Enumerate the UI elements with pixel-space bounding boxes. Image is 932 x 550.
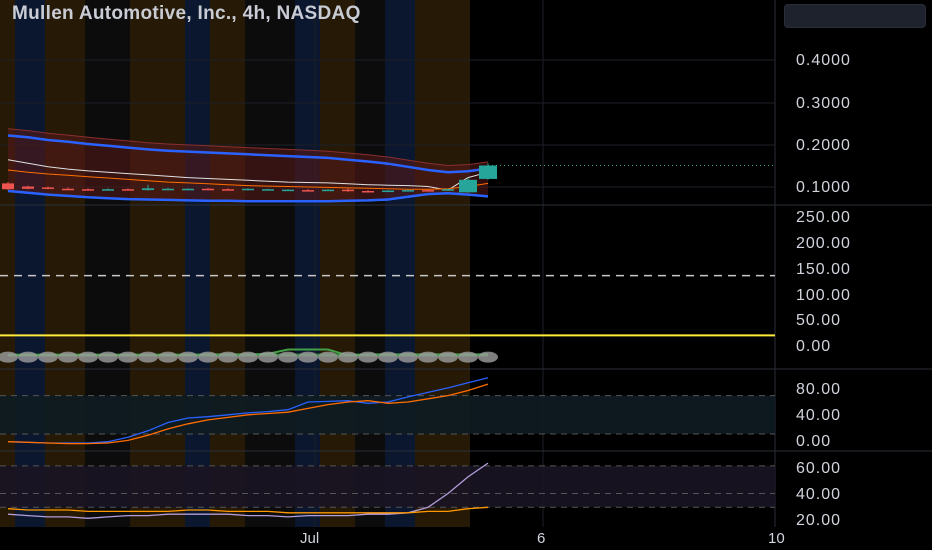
session-stripe <box>85 0 130 527</box>
volume-axis-label: 150.00 <box>796 261 851 278</box>
volume-dot <box>118 351 138 363</box>
candle-body <box>22 186 34 189</box>
price-axis-label: 0.1000 <box>796 179 851 196</box>
candle-body <box>479 165 497 179</box>
volume-dot <box>238 351 258 363</box>
price-axis-label: 0.3000 <box>796 95 851 112</box>
volume-dot <box>218 351 238 363</box>
candle-body <box>342 189 354 192</box>
volume-dot <box>418 351 438 363</box>
adx-axis-label: 20.00 <box>796 512 842 529</box>
top-right-control[interactable] <box>784 4 926 28</box>
candle-body <box>442 189 454 191</box>
volume-dot <box>378 351 398 363</box>
candle-body <box>282 189 294 192</box>
candle-body <box>322 189 334 192</box>
time-axis-label: Jul <box>300 530 320 547</box>
volume-axis-label: 100.00 <box>796 287 851 304</box>
candle-body <box>2 183 14 190</box>
volume-dot <box>438 351 458 363</box>
volume-dot <box>98 351 118 363</box>
candle-body <box>459 179 477 193</box>
candle-body <box>262 189 274 191</box>
volume-dot <box>158 351 178 363</box>
adx-band <box>0 465 775 508</box>
time-axis-label: 6 <box>537 530 546 547</box>
volume-axis-label: 250.00 <box>796 209 851 226</box>
volume-dot <box>318 351 338 363</box>
candle-body <box>102 189 114 191</box>
volume-axis-label: 200.00 <box>796 235 851 252</box>
time-axis-label: 10 <box>768 530 785 547</box>
candle-body <box>242 188 254 191</box>
session-stripe <box>385 0 415 527</box>
candle-body <box>402 190 414 192</box>
volume-dot <box>458 351 478 363</box>
candle-body <box>82 189 94 191</box>
session-stripe <box>320 0 355 527</box>
candle-body <box>62 188 74 191</box>
candle-body <box>142 188 154 191</box>
candle-body <box>302 190 314 192</box>
session-stripe <box>185 0 210 527</box>
volume-dot <box>138 351 158 363</box>
session-stripe <box>15 0 45 527</box>
candle-body <box>382 190 394 193</box>
volume-dot <box>198 351 218 363</box>
session-stripe <box>130 0 185 527</box>
session-stripe <box>0 0 15 527</box>
price-axis-label: 0.2000 <box>796 137 851 154</box>
chart-canvas[interactable] <box>0 0 932 550</box>
session-stripe <box>245 0 295 527</box>
session-stripe <box>45 0 85 527</box>
session-stripe <box>295 0 320 527</box>
volume-dot <box>278 351 298 363</box>
volume-dot <box>178 351 198 363</box>
volume-dot <box>358 351 378 363</box>
volume-dot <box>58 351 78 363</box>
stochastic-axis-label: 80.00 <box>796 381 842 398</box>
chart-title: Mullen Automotive, Inc., 4h, NASDAQ <box>12 3 361 24</box>
volume-dot <box>258 351 278 363</box>
candle-body <box>122 189 134 191</box>
volume-axis-label: 0.00 <box>796 338 832 355</box>
candle-body <box>162 188 174 191</box>
stochastic-axis-label: 40.00 <box>796 407 842 424</box>
session-background <box>0 0 470 527</box>
candle-body <box>422 190 434 192</box>
candle-body <box>362 191 374 193</box>
session-stripe <box>415 0 470 527</box>
volume-dot <box>398 351 418 363</box>
session-stripe <box>210 0 245 527</box>
session-stripe <box>355 0 385 527</box>
volume-axis-label: 50.00 <box>796 312 842 329</box>
price-axis-label: 0.4000 <box>796 52 851 69</box>
volume-dot <box>78 351 98 363</box>
stochastic-axis-label: 0.00 <box>796 433 832 450</box>
volume-dot <box>38 351 58 363</box>
volume-dot <box>478 351 498 363</box>
adx-axis-label: 60.00 <box>796 460 842 477</box>
candle-body <box>182 188 194 191</box>
volume-dot <box>298 351 318 363</box>
adx-axis-label: 40.00 <box>796 486 842 503</box>
candle-body <box>202 188 214 191</box>
volume-dot <box>18 351 38 363</box>
volume-dot <box>338 351 358 363</box>
candle-body <box>42 187 54 189</box>
candle-body <box>222 189 234 191</box>
stochastic-band <box>0 395 775 434</box>
